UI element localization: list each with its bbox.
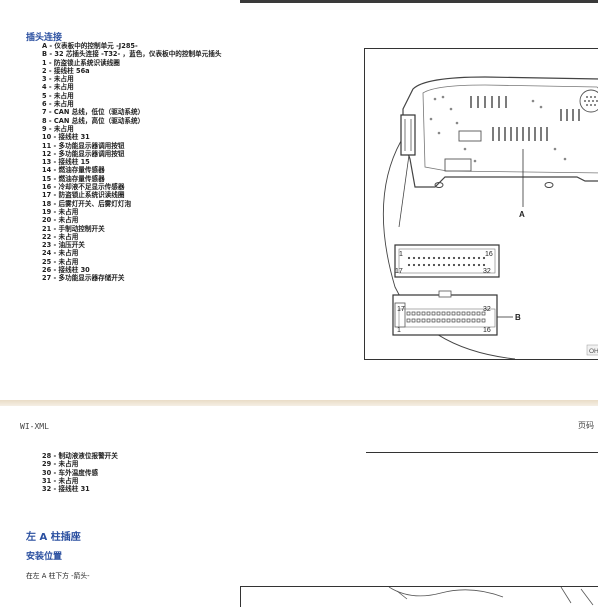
pin-17-label-b: 17	[397, 306, 405, 313]
pin-list-item: 12 - 多功能显示器调用按钮	[42, 149, 125, 158]
pin-list-item: 2 - 接线柱 56a	[42, 66, 90, 75]
pin-list-item: 15 - 燃油存量传感器	[42, 174, 105, 183]
pin-list-item: 32 - 接线柱 31	[42, 485, 90, 494]
section-heading: 左 A 柱插座	[26, 532, 81, 543]
pin-list-item: 25 - 未占用	[42, 257, 79, 266]
pin-1-label: 1	[399, 251, 403, 258]
install-location-text: 在左 A 柱下方 -箭头-	[26, 572, 90, 580]
pin-list-item: B - 32 芯插头连接 -T32- ，蓝色，仪表板中的控制单元插头	[42, 50, 222, 59]
pin-list-item: 20 - 未占用	[42, 216, 79, 225]
pin-list-item: 11 - 多功能显示器调用按钮	[42, 141, 125, 150]
pin-list-item: 30 - 车外温度传感	[42, 468, 99, 477]
top-bar	[240, 0, 598, 3]
pin-list-item: 7 - CAN 总线，低位（驱动系统）	[42, 108, 145, 117]
page-header-right: 页码	[578, 421, 594, 430]
pin-list-item: 18 - 后雾灯开关、后雾灯灯泡	[42, 199, 132, 208]
pin-list-item: 29 - 未占用	[42, 460, 79, 469]
page-separator	[0, 400, 598, 406]
pin-list-item: 8 - CAN 总线，高位（驱动系统）	[42, 116, 145, 125]
pin-list-item: 19 - 未占用	[42, 207, 79, 216]
instrument-cluster-figure: A 1 16 17 32 17 32 1 16 B OH	[364, 48, 598, 360]
page-header-left: WI-XML	[20, 422, 49, 431]
pin-list-item: 1 - 防盗锁止系统识读线圈	[42, 58, 120, 67]
pin-32-label-b: 32	[483, 306, 491, 313]
a-pillar-figure	[240, 586, 598, 607]
figure-bottom-edge	[366, 452, 598, 453]
pin-list-item: 27 - 多功能显示器存储开关	[42, 274, 125, 283]
pin-1-label-b: 1	[397, 327, 401, 334]
figure-code: OH	[589, 348, 598, 355]
pin-list-item: 22 - 未占用	[42, 232, 79, 241]
pin-list-item: 17 - 防盗锁止系统识读线圈	[42, 191, 125, 200]
label-b: B	[515, 313, 521, 322]
pin-list-item: 24 - 未占用	[42, 249, 79, 258]
pin-32-label: 32	[483, 268, 491, 275]
pin-list-continued: 28 - 制动液液位报警开关 29 - 未占用 30 - 车外温度传感 31 - 未占…	[42, 452, 118, 493]
pin-list-item: 4 - 未占用	[42, 83, 74, 92]
pin-17-label: 17	[395, 268, 403, 275]
pin-list-item: 21 - 手制动控制开关	[42, 224, 105, 233]
label-a: A	[519, 210, 525, 219]
install-location-heading: 安装位置	[26, 552, 63, 562]
pin-16-label: 16	[485, 251, 493, 258]
pin-list-item: 14 - 燃油存量传感器	[42, 166, 105, 175]
pin-16-label-b: 16	[483, 327, 491, 334]
pin-list: A - 仪表板中的控制单元 -J285- B - 32 芯插头连接 -T32- ，…	[42, 42, 221, 283]
pin-list-item: 5 - 未占用	[42, 91, 74, 100]
pin-list-item: 10 - 接线柱 31	[42, 133, 90, 142]
pin-list-item: 31 - 未占用	[42, 476, 79, 485]
